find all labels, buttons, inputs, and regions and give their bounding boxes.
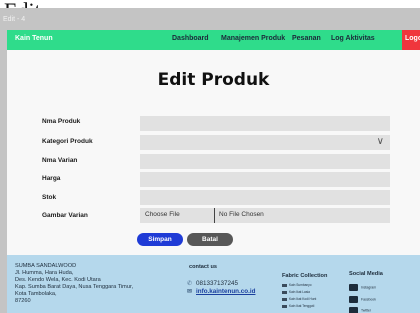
address-line: Jl. Humma, Hara Huda, — [15, 270, 74, 276]
file-name-text: No File Chosen — [219, 211, 264, 218]
product-name-input[interactable] — [140, 116, 390, 131]
choose-file-button[interactable]: Choose File — [145, 211, 180, 218]
email-contact[interactable]: ✉ info.kaintenun.co.id — [187, 288, 255, 295]
fabric-item[interactable]: Kain Ikat Kodi Hunt — [282, 297, 316, 301]
page-title: Edit Produk — [157, 70, 270, 90]
navbar: Kain Tenun Dashboard Manajemen Produk Pe… — [7, 30, 420, 50]
fabric-item[interactable]: Kain Ikat Lasia — [282, 290, 310, 294]
stock-label: Stok — [42, 194, 57, 201]
twitter-icon — [349, 307, 358, 313]
footer-address: SUMBA SANDALWOOD Jl. Humma, Hara Huda, D… — [15, 263, 145, 305]
fabric-icon — [282, 290, 287, 294]
variant-image-label: Gambar Varian — [42, 212, 88, 219]
nav-item-product-management[interactable]: Manajemen Produk — [221, 35, 285, 42]
stock-input[interactable] — [140, 190, 390, 205]
variant-image-file-input[interactable]: Choose File No File Chosen — [140, 208, 390, 223]
social-label: Twitter — [361, 308, 371, 313]
phone-number: 081337137245 — [196, 280, 239, 287]
fabric-icon — [282, 283, 287, 287]
price-label: Harga — [42, 175, 61, 182]
instagram-icon — [349, 284, 358, 291]
phone-contact: ✆ 081337137245 — [187, 280, 238, 287]
product-category-label: Kategori Produk — [42, 138, 93, 145]
nav-item-dashboard[interactable]: Dashboard — [172, 35, 209, 42]
footer: SUMBA SANDALWOOD Jl. Humma, Hara Huda, D… — [7, 255, 420, 313]
chevron-down-icon: ∨ — [376, 136, 384, 147]
nav-item-activity-log[interactable]: Log Aktivitas — [331, 35, 375, 42]
brand-logo[interactable]: Kain Tenun — [15, 35, 53, 42]
address-line: 87260 — [15, 298, 31, 304]
variant-name-input[interactable] — [140, 154, 390, 169]
fabric-icon — [282, 297, 287, 301]
fabric-item[interactable]: Kain Sumbanyo — [282, 283, 312, 287]
file-divider — [214, 208, 215, 223]
contact-title: contact us — [189, 264, 217, 270]
frame-label: Edit - 4 — [3, 16, 26, 23]
social-link-instagram[interactable]: Instagram — [349, 284, 376, 291]
social-link-twitter[interactable]: Twitter — [349, 307, 371, 313]
social-link-facebook[interactable]: Facebook — [349, 296, 376, 303]
cancel-button[interactable]: Batal — [187, 233, 233, 246]
product-category-select[interactable]: ∨ — [140, 135, 390, 150]
fabric-collection-title: Fabric Collection — [282, 273, 328, 279]
social-media-title: Social Media — [349, 271, 383, 277]
fabric-item-label: Kain Sumbanyo — [289, 283, 312, 287]
mail-icon: ✉ — [187, 289, 193, 295]
address-line: Des. Kendo Wela, Kec. Kodi Utara — [15, 277, 101, 283]
variant-name-label: Nma Varian — [42, 157, 78, 164]
address-line: SUMBA SANDALWOOD — [15, 263, 77, 269]
fabric-item-label: Kain Ikat Tenggoti — [289, 304, 315, 308]
price-input[interactable] — [140, 172, 390, 187]
fabric-icon — [282, 304, 287, 308]
fabric-item[interactable]: Kain Ikat Tenggoti — [282, 304, 314, 308]
nav-item-orders[interactable]: Pesanan — [292, 35, 321, 42]
edit-product-page: Edit Produk Nma Produk Kategori Produk ∨… — [7, 50, 420, 255]
product-name-label: Nma Produk — [42, 118, 81, 125]
address-line: Kota Tambolaka, — [15, 291, 57, 297]
save-button[interactable]: Simpan — [137, 233, 183, 246]
fabric-item-label: Kain Ikat Kodi Hunt — [289, 297, 317, 301]
social-label: Facebook — [361, 297, 376, 302]
facebook-icon — [349, 296, 358, 303]
phone-icon: ✆ — [187, 281, 193, 287]
fabric-item-label: Kain Ikat Lasia — [289, 290, 310, 294]
email-link[interactable]: info.kaintenun.co.id — [196, 288, 255, 295]
logout-button[interactable]: Logout — [402, 30, 420, 50]
address-line: Kap. Sumba Barat Daya, Nusa Tenggara Tim… — [15, 284, 134, 290]
social-label: Instagram — [361, 285, 377, 290]
